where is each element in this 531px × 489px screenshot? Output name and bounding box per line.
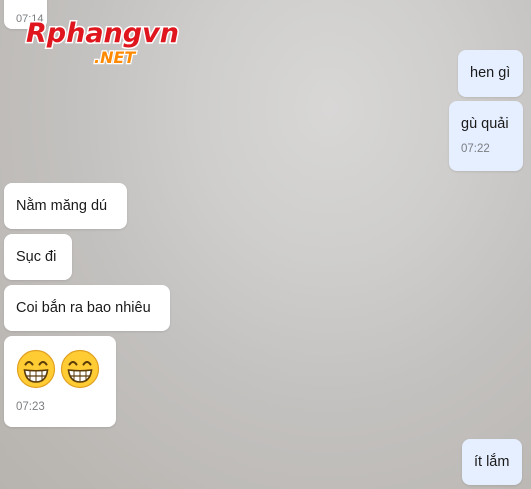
message-timestamp: 07:14 <box>16 13 44 25</box>
message-bubble-outgoing[interactable]: gù quải 07:22 <box>449 101 523 171</box>
message-bubble-incoming[interactable]: Nằm măng dú <box>4 183 127 229</box>
chat-message-area[interactable]: 07:14 hen gì gù quải 07:22 Nằm măng dú S… <box>0 0 531 489</box>
message-bubble-incoming[interactable]: 07:23 <box>4 336 116 427</box>
grinning-face-icon <box>16 349 56 389</box>
grinning-face-icon <box>60 349 100 389</box>
watermark-main-text: Rphangvn <box>26 18 179 49</box>
watermark-sub-text: .NET <box>94 48 136 66</box>
watermark-logo: Rphangvn .NET <box>24 14 188 69</box>
message-timestamp: 07:23 <box>16 401 45 413</box>
message-text: hen gì <box>470 65 511 81</box>
message-bubble-incoming[interactable]: 07:14 <box>4 0 47 29</box>
message-bubble-outgoing[interactable]: hen gì <box>458 50 523 97</box>
emoji-row <box>16 349 104 389</box>
message-bubble-outgoing[interactable]: ít lắm <box>462 439 522 485</box>
message-timestamp: 07:22 <box>461 143 490 155</box>
message-text: Coi bắn ra bao nhiêu <box>16 300 151 316</box>
message-text: Nằm măng dú <box>16 198 108 214</box>
message-bubble-incoming[interactable]: Sục đi <box>4 234 72 280</box>
message-text: ít lắm <box>474 454 510 470</box>
message-bubble-incoming[interactable]: Coi bắn ra bao nhiêu <box>4 285 170 331</box>
message-text: gù quải <box>461 116 509 132</box>
message-text: Sục đi <box>16 249 57 265</box>
